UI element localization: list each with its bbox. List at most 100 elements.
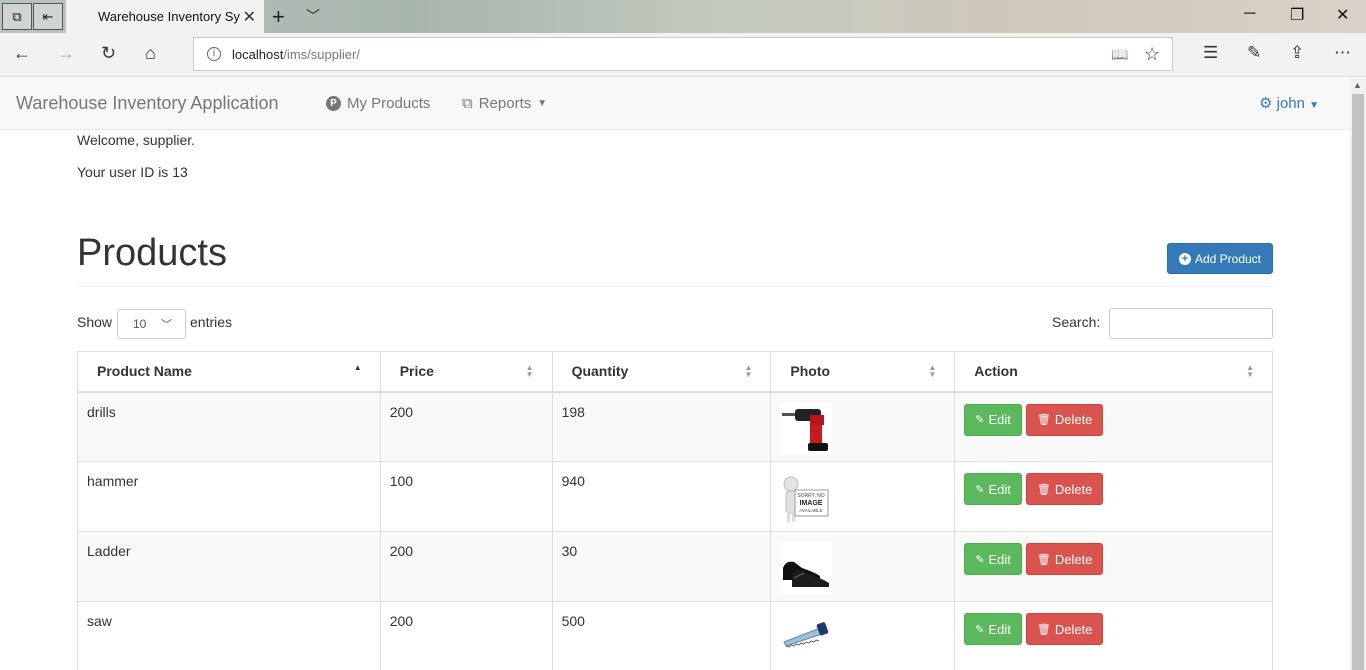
tab-manager-icon[interactable]: ⧉	[2, 3, 32, 30]
scroll-up-icon[interactable]: ▲	[1353, 80, 1362, 90]
edit-icon: ✎	[975, 414, 985, 426]
col-product-name[interactable]: Product Name ▲	[77, 351, 381, 393]
tab-preview-chevron-icon[interactable]: ﹀	[306, 6, 320, 26]
site-info-icon[interactable]: i	[207, 47, 221, 61]
col-action[interactable]: Action ▲ ▼	[954, 351, 1273, 393]
user-id-text: Your user ID is 13	[77, 164, 188, 180]
refresh-icon[interactable]: ↻	[101, 43, 116, 64]
edit-button[interactable]: ✎ Edit	[964, 473, 1022, 505]
home-icon[interactable]: ⌂	[145, 43, 156, 64]
col-label: Quantity	[571, 363, 629, 380]
user-name: john	[1276, 95, 1305, 112]
share-icon[interactable]: ⇪	[1290, 43, 1304, 63]
product-hunt-icon: P	[326, 96, 341, 111]
forward-icon[interactable]: →	[57, 43, 75, 64]
pen-icon[interactable]: ✎	[1247, 43, 1261, 63]
delete-button[interactable]: 🗑 Delete	[1025, 613, 1104, 645]
favorites-list-icon[interactable]: ☰	[1203, 43, 1218, 63]
search-input[interactable]	[1109, 308, 1273, 339]
col-price[interactable]: Price ▲ ▼	[379, 351, 553, 393]
delete-label: Delete	[1054, 481, 1093, 497]
reading-view-icon[interactable]: 📖	[1111, 46, 1128, 63]
app-navbar: Warehouse Inventory Application P My Pro…	[0, 78, 1350, 130]
no-image-text-1: SORRY, NO	[798, 493, 825, 499]
browser-tab[interactable]: Warehouse Inventory Sy ✕	[66, 0, 264, 33]
trash-icon: 🗑	[1036, 414, 1051, 426]
vertical-scrollbar[interactable]: ▲	[1350, 78, 1366, 670]
cell-name: hammer	[77, 461, 381, 532]
shoes-photo[interactable]	[780, 542, 833, 594]
divider	[77, 286, 1273, 287]
edit-label: Edit	[988, 481, 1011, 497]
edit-label: Edit	[988, 621, 1011, 637]
table-header-row: Product Name ▲ Price ▲ ▼ Quantity ▲ ▼ Phot…	[77, 351, 1273, 393]
cell-name: drills	[77, 391, 381, 462]
no-image-photo[interactable]: SORRY, NO IMAGE AVAILABLE	[780, 472, 833, 524]
nav-my-products[interactable]: P My Products	[326, 95, 430, 112]
col-photo[interactable]: Photo ▲ ▼	[770, 351, 956, 393]
table-row: hammer 100 940 SORRY, NO IMAGE AVAILABLE	[77, 461, 1273, 532]
nav-reports[interactable]: ⧉ Reports ▼	[462, 95, 547, 112]
col-label: Price	[399, 363, 434, 380]
edit-button[interactable]: ✎ Edit	[964, 403, 1022, 436]
url-field[interactable]: i localhost/ims/supplier/ 📖 ☆	[193, 37, 1173, 71]
favorite-star-icon[interactable]: ☆	[1144, 44, 1160, 65]
cell-quantity: 940	[551, 461, 772, 532]
trash-icon: 🗑	[1036, 483, 1051, 496]
scroll-thumb[interactable]	[1352, 94, 1364, 670]
sort-icon: ▲ ▼	[928, 363, 937, 379]
cell-quantity: 500	[551, 601, 772, 670]
nav-reports-label: Reports	[478, 95, 532, 112]
edit-icon: ✎	[975, 553, 985, 566]
cell-name: Ladder	[77, 531, 381, 602]
cell-action: ✎ Edit 🗑 Delete	[954, 391, 1273, 462]
new-tab-icon[interactable]: +	[272, 4, 285, 30]
url-text: localhost/ims/supplier/	[232, 47, 360, 62]
page-length-select[interactable]: 10 ﹀	[117, 309, 186, 339]
cell-price: 200	[379, 391, 553, 462]
brand[interactable]: Warehouse Inventory Application	[16, 93, 279, 114]
reports-icon: ⧉	[462, 95, 473, 112]
saw-photo[interactable]	[780, 612, 833, 664]
user-menu[interactable]: ⚙ john ▼	[1259, 94, 1319, 112]
more-icon[interactable]: ⋯	[1334, 43, 1351, 63]
cell-price: 200	[379, 531, 553, 602]
caret-down-icon: ▼	[537, 98, 548, 109]
browser-tab-bar: ⧉ ⇤ Warehouse Inventory Sy ✕ + ﹀ ─ ❐ ✕	[0, 0, 1366, 33]
cell-photo	[770, 391, 956, 462]
gear-icon: ⚙	[1259, 95, 1273, 112]
products-table: Product Name ▲ Price ▲ ▼ Quantity ▲ ▼ Phot…	[77, 351, 1273, 670]
window-close-icon[interactable]: ✕	[1336, 5, 1349, 25]
trash-icon: 🗑	[1036, 553, 1051, 566]
welcome-text: Welcome, supplier.	[77, 132, 196, 148]
add-product-label: Add Product	[1194, 251, 1262, 266]
cell-action: ✎ Edit 🗑 Delete	[954, 531, 1273, 602]
sort-asc-icon: ▲	[353, 363, 362, 372]
back-icon[interactable]: ←	[13, 43, 31, 64]
table-row: saw 200 500 ✎ Edit 🗑 Delete	[77, 601, 1273, 670]
delete-button[interactable]: 🗑 Delete	[1025, 403, 1104, 436]
close-tab-icon[interactable]: ✕	[243, 7, 256, 27]
edit-label: Edit	[988, 412, 1011, 427]
edit-button[interactable]: ✎ Edit	[964, 543, 1022, 575]
col-label: Action	[974, 363, 1018, 380]
no-image-text-3: AVAILABLE	[800, 508, 824, 513]
show-label: Show	[77, 314, 113, 330]
sort-icon: ▲ ▼	[525, 363, 534, 379]
minimize-icon[interactable]: ─	[1244, 5, 1255, 23]
add-product-button[interactable]: + Add Product	[1167, 243, 1273, 274]
restore-icon[interactable]: ❐	[1290, 5, 1304, 25]
delete-button[interactable]: 🗑 Delete	[1025, 473, 1104, 505]
entries-label: entries	[190, 314, 233, 330]
col-quantity[interactable]: Quantity ▲ ▼	[551, 351, 772, 393]
sort-icon: ▲ ▼	[744, 363, 753, 379]
plus-circle-icon: +	[1178, 252, 1191, 265]
cell-action: ✎ Edit 🗑 Delete	[954, 461, 1273, 532]
delete-button[interactable]: 🗑 Delete	[1025, 543, 1104, 575]
set-aside-tabs-icon[interactable]: ⇤	[33, 3, 63, 30]
edit-icon: ✎	[975, 623, 985, 636]
cell-action: ✎ Edit 🗑 Delete	[954, 601, 1273, 670]
edit-button[interactable]: ✎ Edit	[964, 613, 1022, 645]
drill-photo[interactable]	[780, 402, 833, 455]
table-row: Ladder 200 30 ✎ Edit 🗑 Delete	[77, 531, 1273, 602]
